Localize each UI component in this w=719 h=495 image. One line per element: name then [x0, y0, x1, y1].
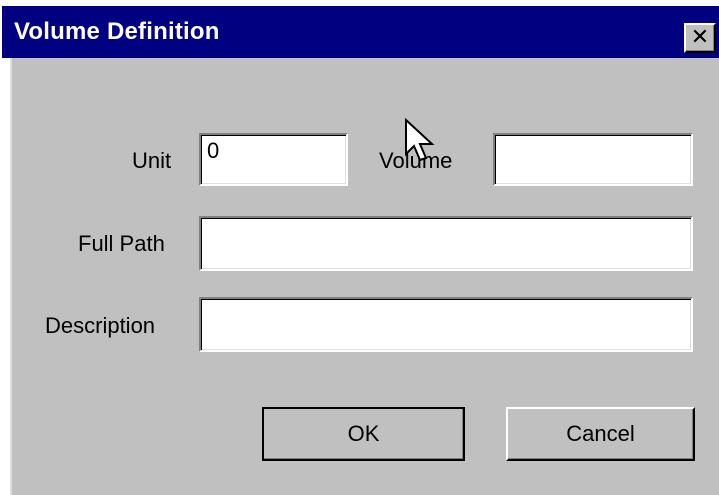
ok-button-label: OK — [347, 421, 380, 446]
description-label: Description — [45, 313, 156, 338]
description-field[interactable] — [199, 297, 693, 352]
full-path-field[interactable] — [199, 216, 693, 271]
window-title: Volume Definition — [14, 18, 220, 45]
close-icon: ✕ — [690, 25, 710, 50]
cancel-button[interactable]: Cancel — [506, 407, 695, 461]
unit-field[interactable]: 0 — [199, 133, 348, 186]
volume-field[interactable] — [493, 133, 693, 186]
cancel-button-label: Cancel — [566, 421, 635, 446]
close-button[interactable]: ✕ — [684, 23, 716, 53]
unit-label: Unit — [132, 148, 172, 173]
ok-button[interactable]: OK — [262, 407, 465, 461]
title-bar[interactable]: Volume Definition ✕ — [2, 6, 719, 58]
volume-label: Volume — [379, 148, 453, 173]
full-path-label: Full Path — [78, 231, 165, 256]
unit-value: 0 — [207, 138, 220, 163]
